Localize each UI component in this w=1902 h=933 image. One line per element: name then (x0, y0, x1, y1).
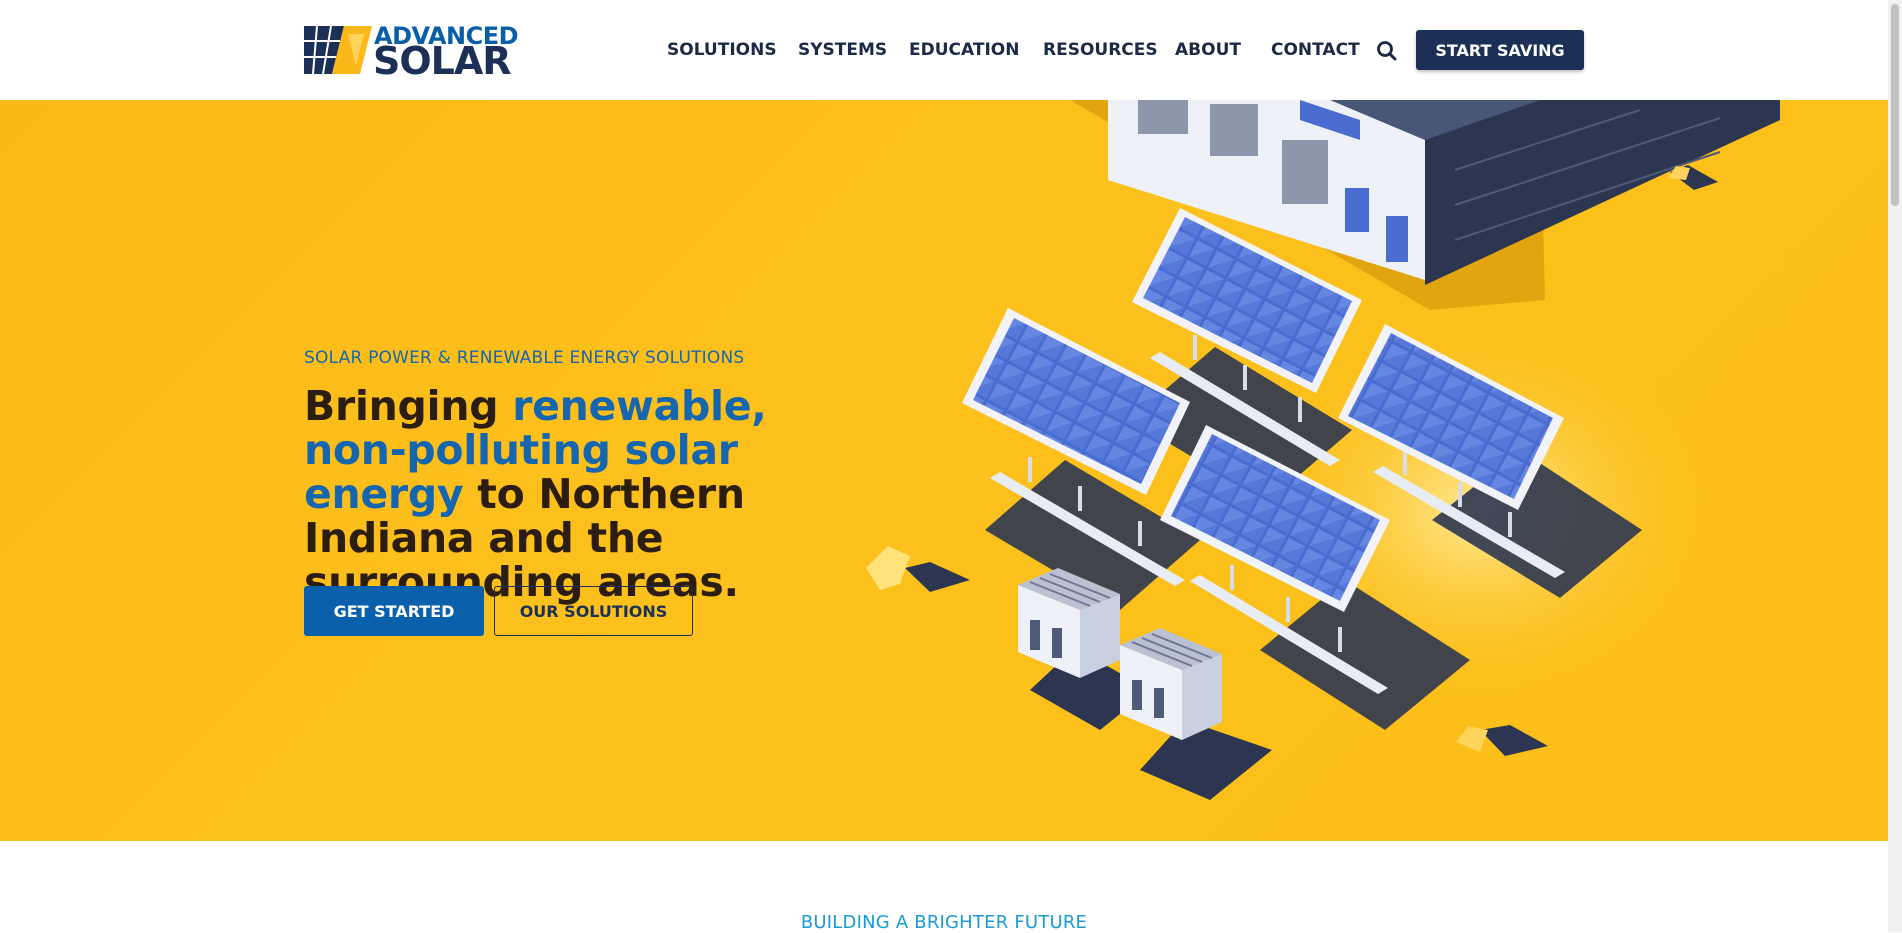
hero-section: SOLAR POWER & RENEWABLE ENERGY SOLUTIONS… (0, 100, 1888, 841)
site-header: ADVANCED SOLAR SOLUTIONS SYSTEMS EDUCATI… (0, 0, 1888, 100)
nav-item-contact[interactable]: CONTACT (1271, 40, 1360, 60)
headline-text-start: Bringing (304, 382, 513, 430)
solar-farm-illustration (866, 100, 1780, 800)
nav-item-systems[interactable]: SYSTEMS (798, 40, 887, 60)
nav-item-resources[interactable]: RESOURCES (1043, 40, 1158, 60)
start-saving-button[interactable]: START SAVING (1416, 30, 1584, 70)
solar-panel-logo-icon (304, 25, 372, 75)
logo-wordmark-bottom: SOLAR (373, 39, 512, 83)
hero-headline: Bringing renewable, non-polluting solar … (304, 384, 864, 604)
nav-item-solutions[interactable]: SOLUTIONS (667, 40, 777, 60)
nav-item-about[interactable]: ABOUT (1175, 40, 1241, 60)
page-scrollbar[interactable] (1888, 0, 1902, 932)
scrollbar-thumb[interactable] (1891, 4, 1899, 206)
get-started-button[interactable]: GET STARTED (304, 586, 484, 636)
hero-eyebrow: SOLAR POWER & RENEWABLE ENERGY SOLUTIONS (304, 348, 745, 368)
search-icon[interactable] (1376, 40, 1398, 62)
site-logo[interactable]: ADVANCED SOLAR (304, 23, 519, 81)
our-solutions-button[interactable]: OUR SOLUTIONS (494, 586, 693, 636)
nav-item-education[interactable]: EDUCATION (909, 40, 1019, 60)
section-eyebrow: BUILDING A BRIGHTER FUTURE (800, 912, 1088, 933)
